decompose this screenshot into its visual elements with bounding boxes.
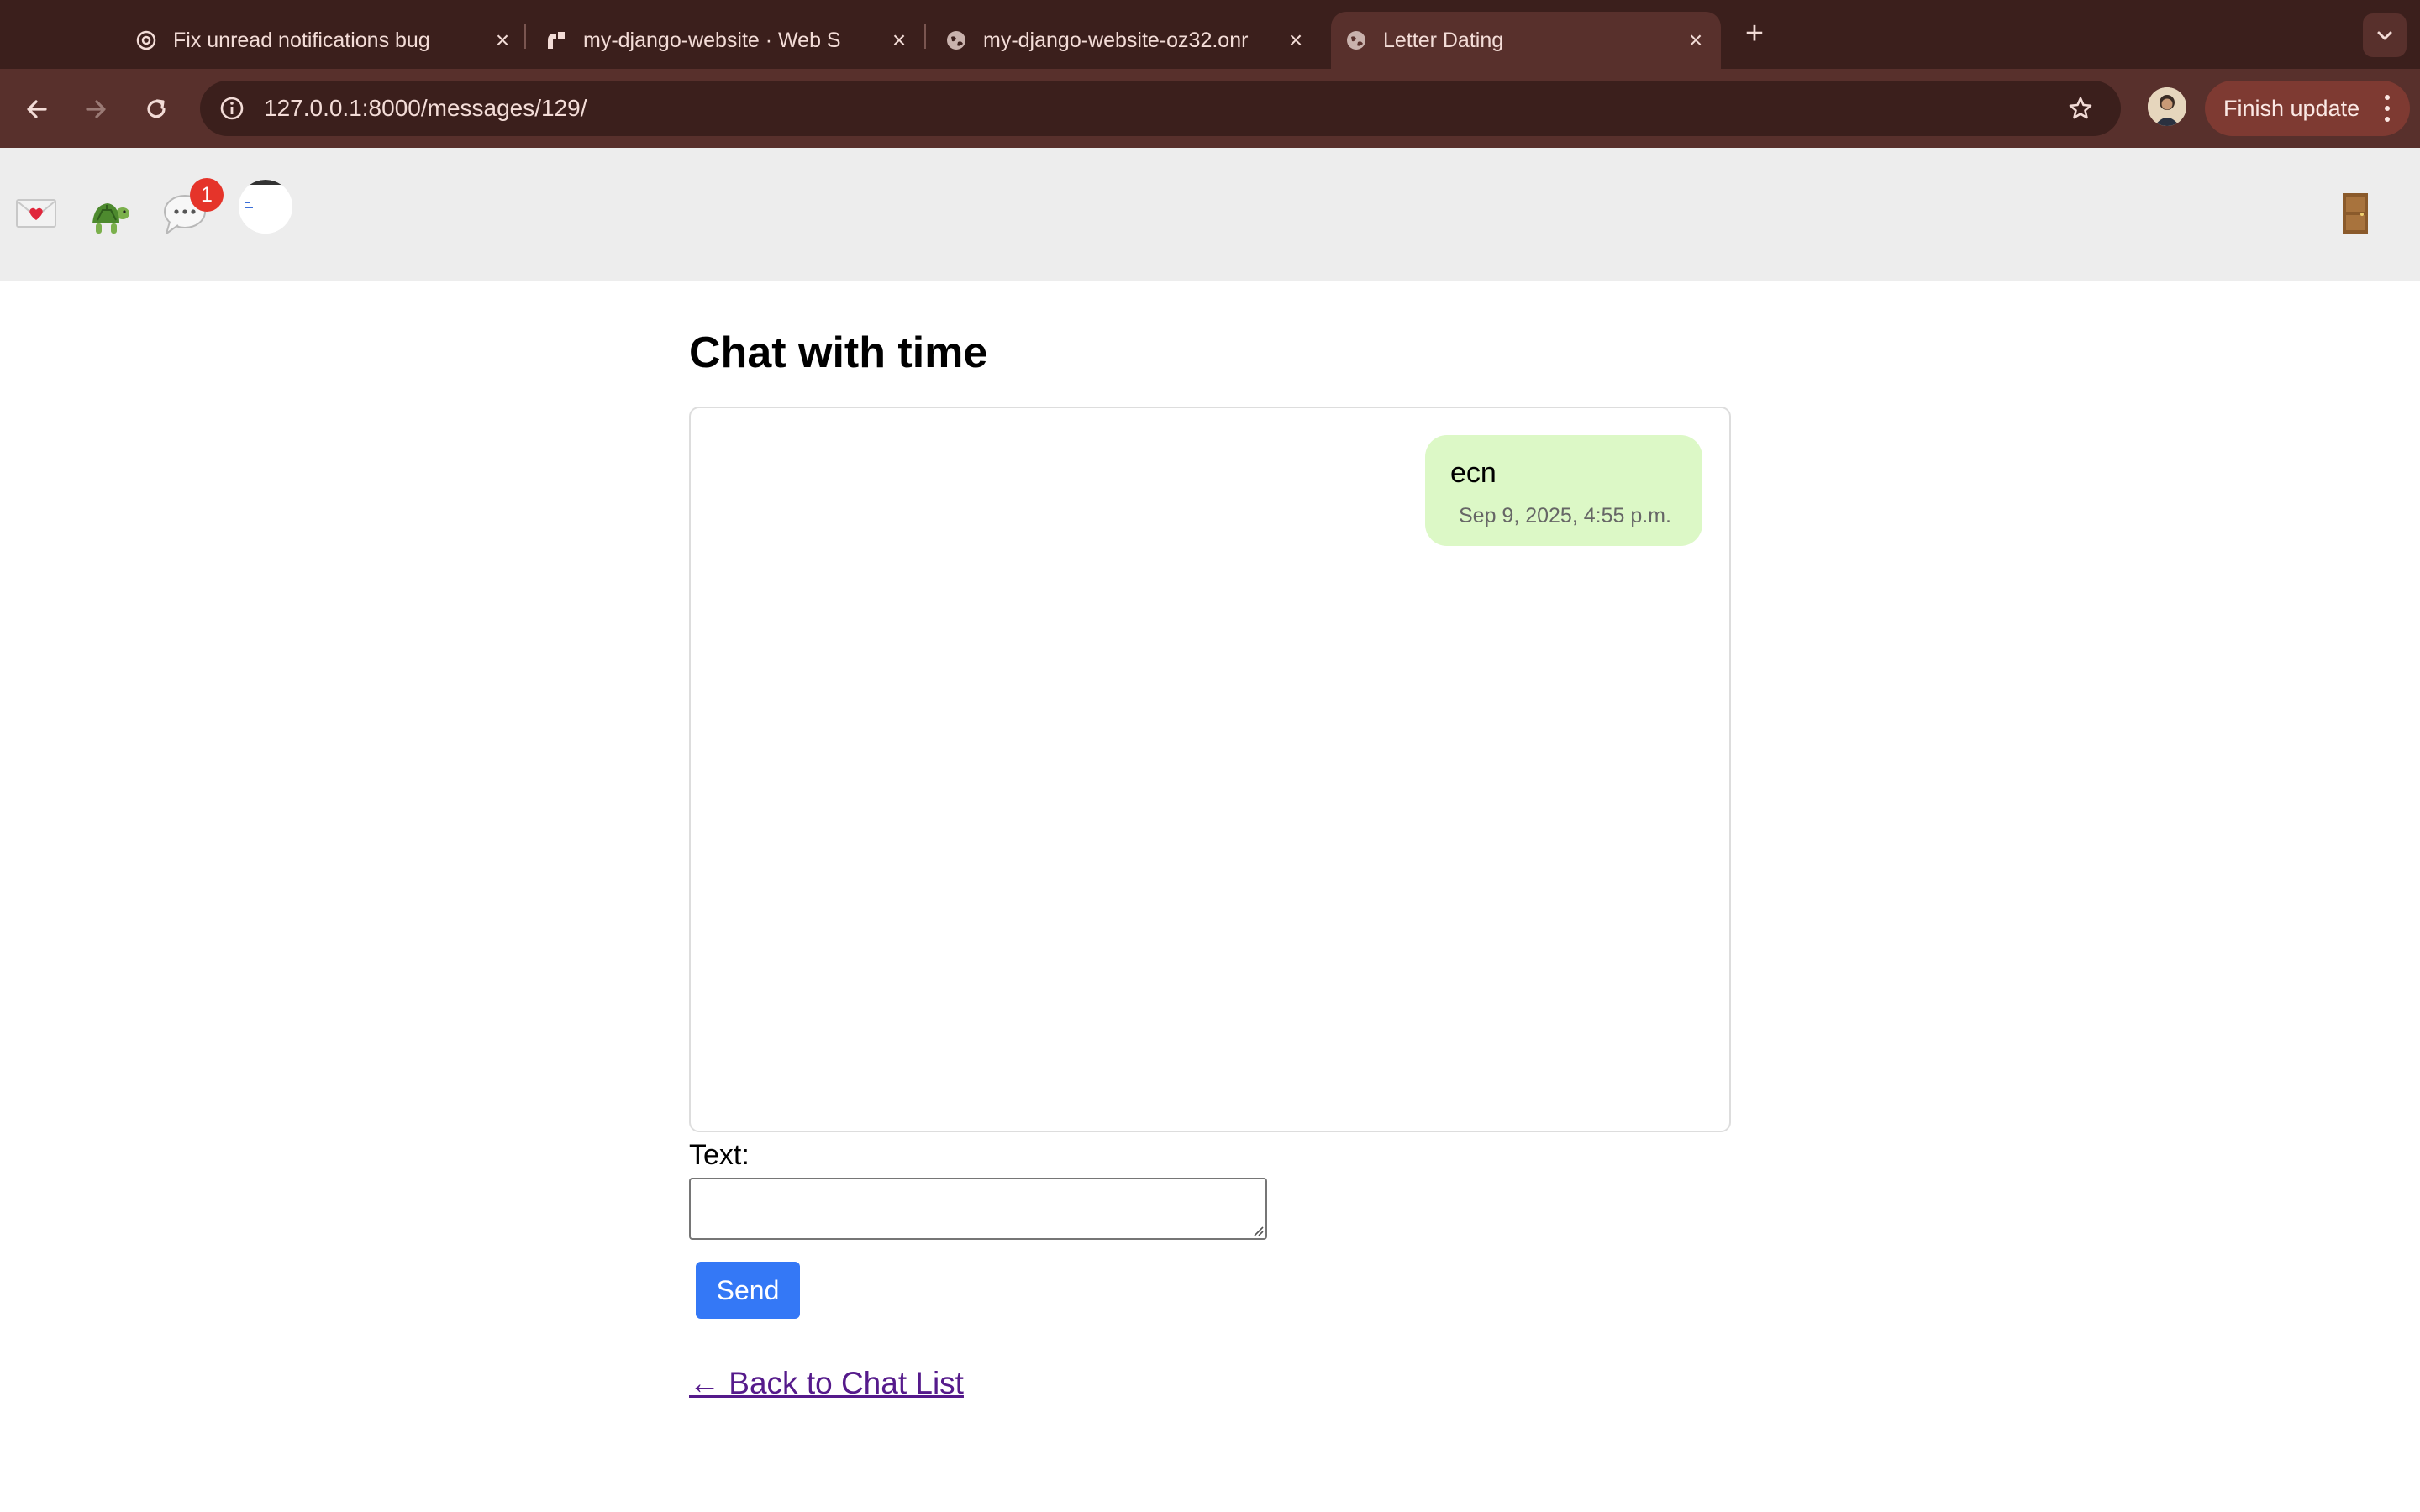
- site-header: [0, 148, 2420, 281]
- message-text: ecn: [1450, 457, 1497, 489]
- message-text-input[interactable]: [689, 1178, 1267, 1240]
- tab-title: Fix unread notifications bug: [173, 28, 430, 52]
- address-bar[interactable]: 127.0.0.1:8000/messages/129/: [200, 81, 2121, 136]
- unread-badge: 1: [190, 178, 224, 212]
- tab-title: my-django-website-oz32.onr: [983, 28, 1249, 52]
- new-tab-button[interactable]: +: [1738, 16, 1771, 51]
- back-to-chat-list-link[interactable]: ← Back to Chat List: [689, 1366, 964, 1401]
- profile-avatar[interactable]: [2148, 87, 2186, 126]
- reload-button[interactable]: [138, 91, 175, 128]
- send-button[interactable]: Send: [696, 1262, 800, 1319]
- close-icon[interactable]: ×: [491, 27, 514, 53]
- reload-icon: [147, 99, 166, 118]
- browser-toolbar: 127.0.0.1:8000/messages/129/ Finish upda…: [0, 69, 2420, 148]
- render-icon: [544, 29, 568, 52]
- back-button[interactable]: [18, 91, 55, 128]
- site-info-icon[interactable]: [215, 92, 249, 125]
- close-icon[interactable]: ×: [887, 27, 911, 53]
- message-timestamp: Sep 9, 2025, 4:55 p.m.: [1459, 504, 1671, 528]
- door-icon[interactable]: [2339, 192, 2371, 235]
- chevron-down-icon: [2377, 31, 2392, 40]
- finish-update-label: Finish update: [2223, 95, 2360, 121]
- tab-title: my-django-website · Web S: [583, 28, 841, 52]
- bookmark-star-icon[interactable]: [2064, 92, 2097, 125]
- finish-update-button[interactable]: Finish update: [2205, 81, 2410, 136]
- browser-tab-strip: Fix unread notifications bug × my-django…: [0, 0, 2420, 69]
- openai-icon: [134, 29, 158, 52]
- globe-icon: [944, 29, 968, 52]
- tab-title: Letter Dating: [1383, 28, 1504, 52]
- close-icon[interactable]: ×: [1684, 27, 1707, 53]
- tab-separator: [524, 24, 526, 49]
- close-icon[interactable]: ×: [1284, 27, 1307, 53]
- tab-render-dashboard[interactable]: my-django-website · Web S ×: [544, 12, 911, 69]
- page-title: Chat with time: [689, 328, 988, 377]
- tab-django-onrender[interactable]: my-django-website-oz32.onr ×: [944, 12, 1307, 69]
- more-menu-icon[interactable]: [2383, 95, 2391, 122]
- url-text[interactable]: 127.0.0.1:8000/messages/129/: [264, 95, 587, 122]
- tab-letter-dating[interactable]: Letter Dating ×: [1331, 12, 1721, 69]
- tab-separator: [924, 24, 926, 49]
- arrow-right-icon: [86, 100, 106, 118]
- love-letter-icon[interactable]: [15, 197, 57, 230]
- tab-search-button[interactable]: [2363, 13, 2407, 57]
- forward-button[interactable]: [77, 91, 114, 128]
- text-field-label: Text:: [689, 1139, 750, 1171]
- tab-fix-unread-notifications[interactable]: Fix unread notifications bug ×: [134, 12, 514, 69]
- globe-icon: [1344, 29, 1368, 52]
- user-avatar[interactable]: [239, 180, 292, 234]
- turtle-icon[interactable]: [89, 195, 133, 237]
- sent-message-bubble: ecn Sep 9, 2025, 4:55 p.m.: [1425, 435, 1702, 546]
- resize-grip-icon[interactable]: [1250, 1223, 1264, 1236]
- arrow-left-icon: [27, 100, 47, 118]
- chat-message-list[interactable]: ecn Sep 9, 2025, 4:55 p.m.: [689, 407, 1731, 1132]
